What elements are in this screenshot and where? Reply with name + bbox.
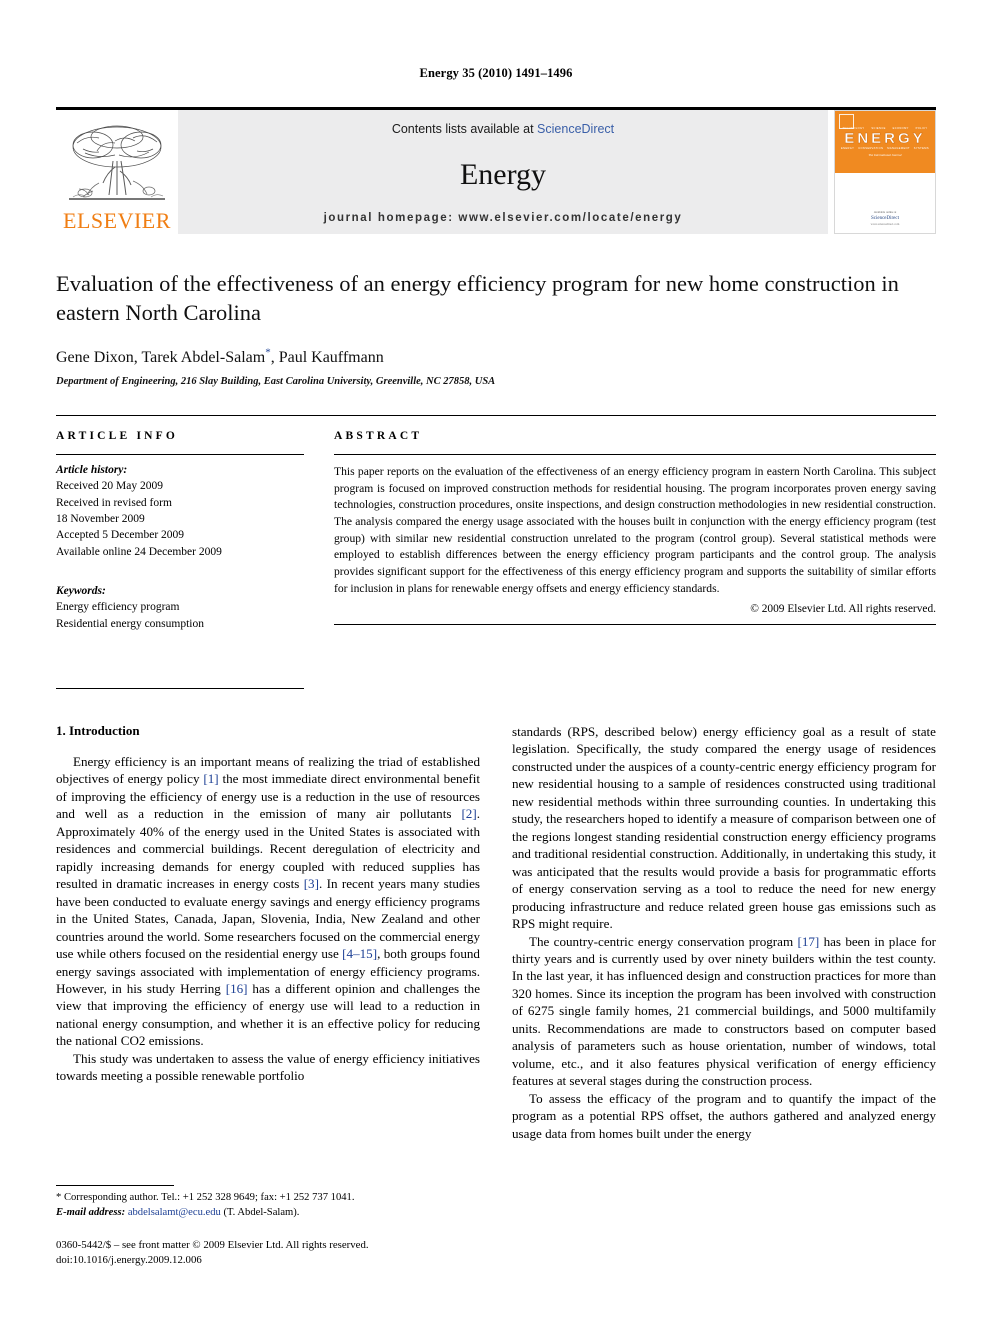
- right-column-paragraphs: standards (RPS, described below) energy …: [512, 723, 936, 1142]
- body-paragraph: This study was undertaken to assess the …: [56, 1050, 480, 1084]
- cover-sciencedirect: ScienceDirect: [870, 216, 900, 221]
- elsevier-wordmark: ELSEVIER: [63, 208, 171, 233]
- article-info-column: ARTICLE INFO Article history: Received 2…: [56, 416, 304, 689]
- abstract-text: This paper reports on the evaluation of …: [334, 464, 936, 595]
- keyword-item: Residential energy consumption: [56, 617, 204, 630]
- keywords-label: Keywords:: [56, 584, 106, 597]
- article-info-label: ARTICLE INFO: [56, 429, 179, 442]
- email-note: E-mail address: abdelsalamt@ecu.edu (T. …: [56, 1206, 480, 1221]
- right-column: standards (RPS, described below) energy …: [512, 723, 936, 1268]
- history-item: 18 November 2009: [56, 512, 145, 525]
- abstract-column: ABSTRACT This paper reports on the evalu…: [334, 416, 936, 689]
- cover-keywords-bottom: ENERGY CONSERVATION MANAGEMENT SYSTEMS: [839, 147, 931, 150]
- contents-available-line: Contents lists available at ScienceDirec…: [392, 122, 614, 136]
- corresponding-author-note: * Corresponding author. Tel.: +1 252 328…: [56, 1192, 355, 1204]
- history-item: Received in revised form: [56, 496, 172, 509]
- history-item: Available online 24 December 2009: [56, 545, 222, 558]
- citation-link[interactable]: [3]: [304, 876, 319, 891]
- body-paragraph: To assess the efficacy of the program an…: [512, 1090, 936, 1141]
- body-paragraph: standards (RPS, described below) energy …: [512, 723, 936, 932]
- history-item: Received 20 May 2009: [56, 480, 163, 493]
- running-head: Energy 35 (2010) 1491–1496: [419, 66, 573, 80]
- journal-title: Energy: [459, 158, 547, 191]
- issn-line: 0360-5442/$ – see front matter © 2009 El…: [56, 1238, 369, 1251]
- cover-kw: MANAGEMENT: [887, 147, 910, 150]
- masthead-center: Contents lists available at ScienceDirec…: [178, 110, 828, 234]
- title-block: Evaluation of the effectiveness of an en…: [56, 270, 936, 387]
- keywords-block: Keywords: Energy efficiency program Resi…: [56, 576, 304, 632]
- left-column: 1. Introduction Energy efficiency is an …: [56, 723, 480, 1268]
- citation-link[interactable]: [17]: [797, 934, 819, 949]
- cover-url: www.sciencedirect.com: [870, 222, 900, 226]
- abstract-label: ABSTRACT: [334, 429, 423, 442]
- cover-publisher-badge-icon: [839, 114, 854, 129]
- citation-link[interactable]: [4–15]: [342, 946, 377, 961]
- cover-subtitle: The International Journal: [868, 153, 902, 157]
- citation-link[interactable]: [1]: [203, 771, 218, 786]
- article-history-label: Article history:: [56, 463, 128, 476]
- footnote-block: * Corresponding author. Tel.: +1 252 328…: [56, 1185, 480, 1267]
- contents-prefix: Contents lists available at: [391, 122, 538, 136]
- keyword-item: Energy efficiency program: [56, 601, 180, 614]
- sciencedirect-link[interactable]: ScienceDirect: [537, 122, 614, 136]
- history-item: Accepted 5 December 2009: [56, 529, 185, 542]
- author-names: Gene Dixon, Tarek Abdel-Salam*, Paul Kau…: [56, 346, 384, 366]
- body-paragraph: Energy efficiency is an important means …: [56, 753, 481, 1049]
- cover-top-panel: TECHNOLOGY SCIENCE ECONOMY POLICY ENERGY…: [835, 111, 935, 173]
- info-abstract-section: ARTICLE INFO Article history: Received 2…: [56, 414, 936, 689]
- body-columns: 1. Introduction Energy efficiency is an …: [56, 723, 936, 1268]
- cover-kw: CONSERVATION: [858, 147, 884, 150]
- email-label: E-mail address:: [56, 1207, 126, 1219]
- journal-masthead: ELSEVIER Contents lists available at Sci…: [56, 107, 936, 234]
- cover-title: ENERGY: [844, 130, 926, 147]
- cover-available-at: Available online at: [873, 210, 897, 214]
- cover-bottom-panel: Available online at ScienceDirect www.sc…: [835, 173, 935, 233]
- citation-link[interactable]: [16]: [226, 981, 248, 996]
- author-list: Gene Dixon, Tarek Abdel-Salam*, Paul Kau…: [56, 347, 936, 367]
- citation-link[interactable]: [2]: [461, 806, 476, 821]
- email-suffix: (T. Abdel-Salam).: [220, 1207, 300, 1219]
- article-history-block: Article history: Received 20 May 2009 Re…: [56, 455, 304, 560]
- section-heading-introduction: 1. Introduction: [56, 722, 140, 738]
- left-column-paragraphs: Energy efficiency is an important means …: [56, 753, 480, 1085]
- affiliation: Department of Engineering, 216 Slay Buil…: [56, 375, 496, 387]
- corresponding-author-marker: *: [265, 346, 271, 359]
- issn-doi-block: 0360-5442/$ – see front matter © 2009 El…: [56, 1238, 480, 1268]
- divider: [56, 687, 304, 689]
- paper-page: Energy 35 (2010) 1491–1496 ELSEVIER Cont…: [0, 0, 992, 1323]
- page-title: Evaluation of the effectiveness of an en…: [56, 271, 899, 325]
- cover-kw: ENERGY: [840, 147, 855, 150]
- cover-kw: SYSTEMS: [913, 147, 929, 150]
- journal-cover-thumbnail: TECHNOLOGY SCIENCE ECONOMY POLICY ENERGY…: [834, 110, 936, 234]
- abstract-copyright: © 2009 Elsevier Ltd. All rights reserved…: [750, 603, 936, 616]
- footnote-divider: [56, 1185, 174, 1187]
- journal-homepage-line[interactable]: journal homepage: www.elsevier.com/locat…: [324, 212, 683, 224]
- email-link[interactable]: abdelsalamt@ecu.edu: [128, 1207, 221, 1218]
- body-paragraph: The country-centric energy conservation …: [512, 933, 936, 1089]
- doi-line: doi:10.1016/j.energy.2009.12.006: [56, 1253, 202, 1266]
- elsevier-tree-icon: [69, 125, 165, 200]
- elsevier-logo: ELSEVIER: [56, 110, 178, 234]
- divider: [334, 624, 936, 626]
